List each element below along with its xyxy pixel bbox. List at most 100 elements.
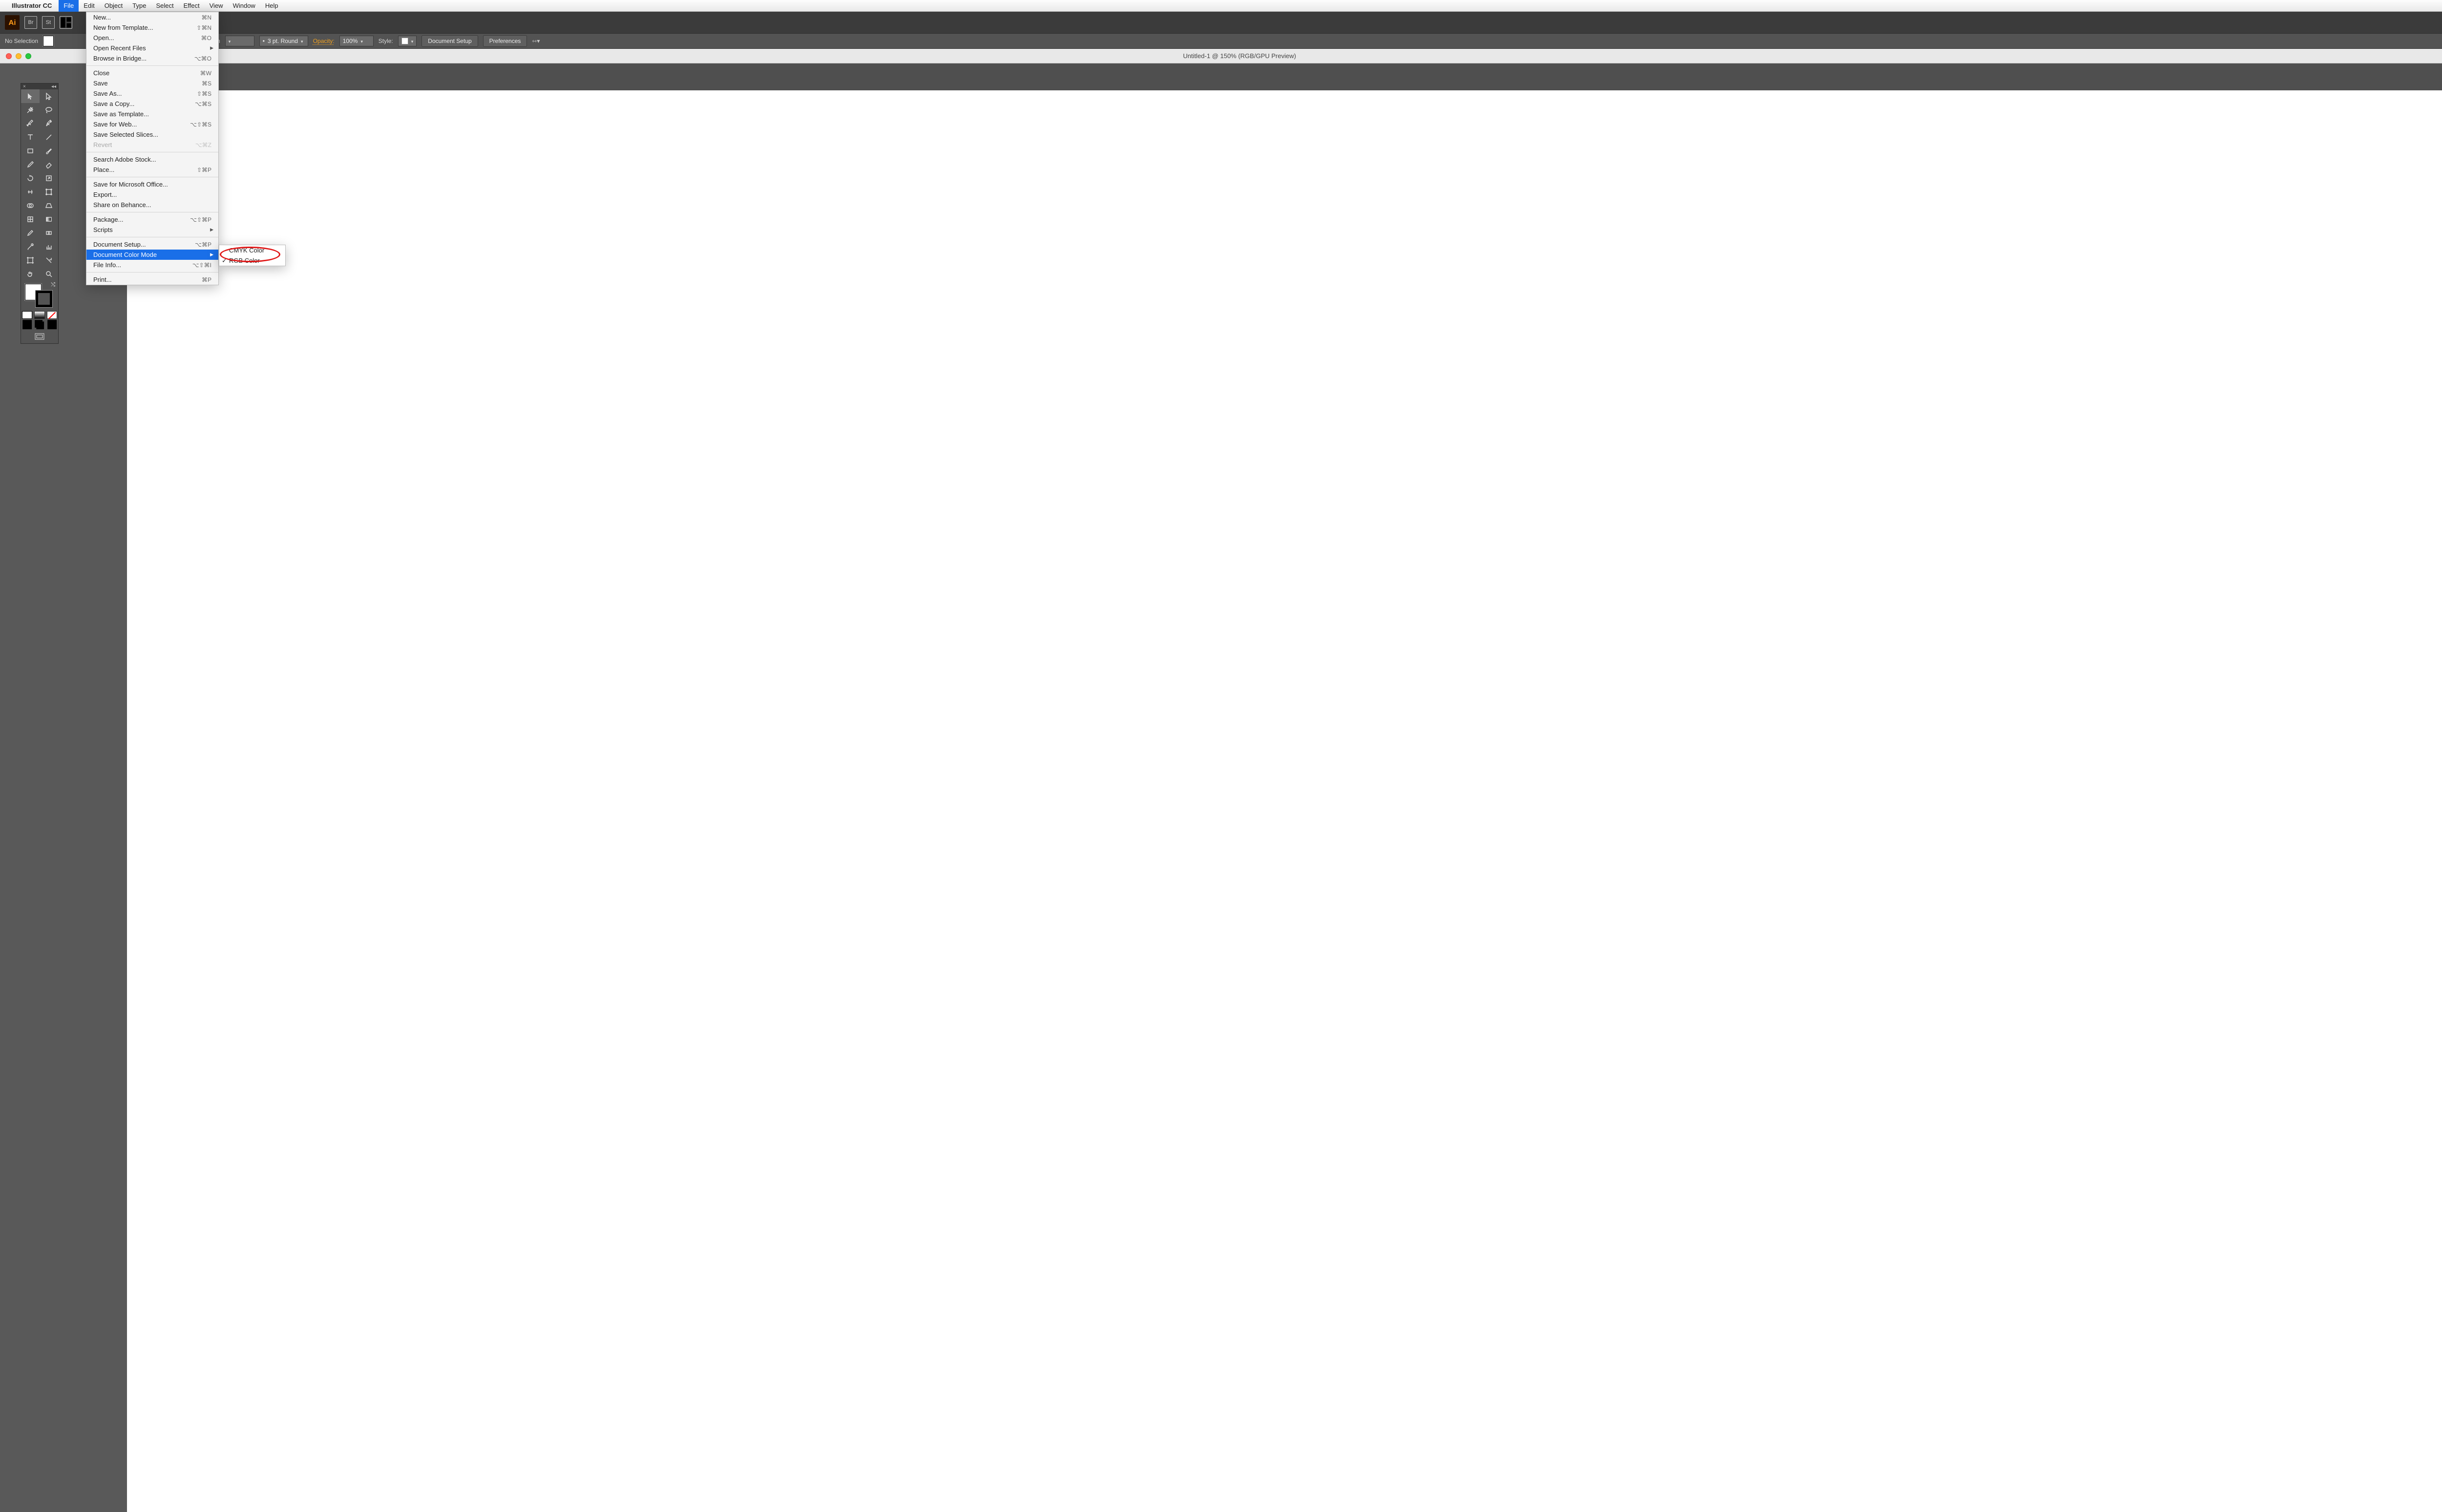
- tool-eyedropper[interactable]: [21, 226, 40, 240]
- menu-effect[interactable]: Effect: [179, 0, 205, 12]
- style-dropdown[interactable]: [398, 36, 417, 46]
- file-menu-item-open[interactable]: Open... ⌘O: [86, 33, 218, 43]
- file-menu-item-document-color-mode[interactable]: Document Color Mode: [86, 250, 218, 260]
- file-menu-item-package[interactable]: Package...⌥⇧⌘P: [86, 214, 218, 225]
- canvas[interactable]: [127, 90, 2442, 1512]
- menu-file[interactable]: File: [59, 0, 79, 12]
- window-minimize-button[interactable]: [16, 53, 21, 59]
- menu-window[interactable]: Window: [228, 0, 260, 12]
- screen-mode-button[interactable]: [21, 330, 58, 343]
- menu-select[interactable]: Select: [151, 0, 178, 12]
- fill-swatch[interactable]: [43, 36, 54, 46]
- tool-pen[interactable]: [21, 117, 40, 130]
- file-menu-item-browse-in-bridge[interactable]: Browse in Bridge...⌥⌘O: [86, 53, 218, 63]
- file-menu-item-document-setup[interactable]: Document Setup...⌥⌘P: [86, 239, 218, 250]
- tool-symbol-sprayer[interactable]: [21, 240, 40, 253]
- opacity-dropdown[interactable]: 100%: [339, 36, 374, 46]
- draw-behind-icon[interactable]: [33, 320, 45, 330]
- window-zoom-button[interactable]: [25, 53, 31, 59]
- tool-curvature[interactable]: [40, 117, 58, 130]
- swap-fill-stroke-icon[interactable]: ⤭: [51, 282, 55, 288]
- tool-gradient[interactable]: [40, 212, 58, 226]
- tool-free-transform[interactable]: [40, 185, 58, 199]
- file-menu-item-new-from-template[interactable]: New from Template...⇧⌘N: [86, 22, 218, 33]
- file-menu-item-print[interactable]: Print...⌘P: [86, 274, 218, 285]
- tool-type[interactable]: [21, 130, 40, 144]
- close-icon[interactable]: ×: [23, 84, 26, 89]
- file-menu-item-scripts[interactable]: Scripts: [86, 225, 218, 235]
- draw-normal-icon[interactable]: [21, 320, 33, 330]
- tool-shape-builder[interactable]: [21, 199, 40, 212]
- tool-paintbrush[interactable]: [40, 144, 58, 158]
- menu-type[interactable]: Type: [127, 0, 151, 12]
- bridge-button[interactable]: Br: [24, 16, 37, 29]
- tool-lasso[interactable]: [40, 103, 58, 117]
- menu-item-shortcut: ⌘P: [202, 276, 211, 283]
- tool-blend[interactable]: [40, 226, 58, 240]
- brush-dropdown[interactable]: •3 pt. Round: [259, 36, 308, 46]
- file-menu-item-share-on-behance[interactable]: Share on Behance...: [86, 200, 218, 210]
- tool-column-graph[interactable]: [40, 240, 58, 253]
- file-menu-item-save-a-copy[interactable]: Save a Copy...⌥⌘S: [86, 99, 218, 109]
- tool-pencil[interactable]: [21, 158, 40, 171]
- opacity-label[interactable]: Opacity:: [313, 38, 335, 44]
- file-menu-item-save-for-microsoft-office[interactable]: Save for Microsoft Office...: [86, 179, 218, 189]
- color-mode-solid[interactable]: [22, 311, 32, 319]
- tool-slice[interactable]: [40, 253, 58, 267]
- tool-selection[interactable]: [21, 89, 40, 103]
- menu-item-label: Document Setup...: [93, 241, 146, 248]
- tool-width[interactable]: [21, 185, 40, 199]
- tool-scale[interactable]: [40, 171, 58, 185]
- color-mode-none[interactable]: [47, 311, 57, 319]
- draw-inside-icon[interactable]: [46, 320, 58, 330]
- menu-view[interactable]: View: [205, 0, 228, 12]
- document-setup-button[interactable]: Document Setup: [421, 35, 478, 47]
- color-mode-option-rgb-color[interactable]: ✓RGB Color: [219, 255, 285, 266]
- file-menu-item-export[interactable]: Export...: [86, 189, 218, 200]
- file-menu-item-search-adobe-stock[interactable]: Search Adobe Stock...: [86, 154, 218, 165]
- file-menu-item-save-as[interactable]: Save As...⇧⌘S: [86, 88, 218, 99]
- stroke-profile-dropdown[interactable]: [225, 36, 254, 46]
- file-menu-item-close[interactable]: Close⌘W: [86, 68, 218, 78]
- file-menu-item-new[interactable]: New...⌘N: [86, 12, 218, 22]
- check-icon: ✓: [222, 257, 227, 265]
- tool-zoom[interactable]: [40, 267, 58, 281]
- tool-magic-wand[interactable]: [21, 103, 40, 117]
- tool-perspective[interactable]: [40, 199, 58, 212]
- file-menu-item-save-for-web[interactable]: Save for Web...⌥⇧⌘S: [86, 119, 218, 129]
- arrange-documents-button[interactable]: [60, 16, 72, 29]
- tool-hand[interactable]: [21, 267, 40, 281]
- menu-item-label: Open...: [93, 34, 114, 42]
- tools-panel-header[interactable]: × ◂◂: [21, 84, 58, 89]
- document-tabstrip: [127, 63, 2442, 90]
- menu-edit[interactable]: Edit: [79, 0, 99, 12]
- tool-rotate[interactable]: [21, 171, 40, 185]
- preferences-button[interactable]: Preferences: [483, 35, 527, 47]
- color-mode-option-cmyk-color[interactable]: CMYK Color: [219, 245, 285, 255]
- menu-item-shortcut: ⌘O: [201, 35, 211, 42]
- file-menu-item-save-selected-slices[interactable]: Save Selected Slices...: [86, 129, 218, 140]
- selection-state-label: No Selection: [5, 38, 38, 44]
- color-mode-gradient[interactable]: [34, 311, 44, 319]
- menu-object[interactable]: Object: [100, 0, 128, 12]
- fill-stroke-control[interactable]: ⤭: [21, 281, 58, 310]
- tool-direct-selection[interactable]: [40, 89, 58, 103]
- file-menu-item-file-info[interactable]: File Info...⌥⇧⌘I: [86, 260, 218, 270]
- window-close-button[interactable]: [6, 53, 12, 59]
- file-menu-item-save[interactable]: Save⌘S: [86, 78, 218, 88]
- menu-help[interactable]: Help: [260, 0, 283, 12]
- tool-mesh[interactable]: [21, 212, 40, 226]
- stock-button[interactable]: St: [42, 16, 55, 29]
- collapse-icon[interactable]: ◂◂: [51, 84, 56, 89]
- align-icon[interactable]: ⇿▾: [532, 38, 540, 44]
- document-color-mode-submenu: CMYK Color✓RGB Color: [219, 245, 286, 266]
- tool-rectangle[interactable]: [21, 144, 40, 158]
- file-menu-item-open-recent-files[interactable]: Open Recent Files: [86, 43, 218, 53]
- tool-eraser[interactable]: [40, 158, 58, 171]
- file-menu-item-place[interactable]: Place...⇧⌘P: [86, 165, 218, 175]
- tool-artboard[interactable]: [21, 253, 40, 267]
- app-name[interactable]: Illustrator CC: [12, 2, 52, 9]
- file-menu-item-save-as-template[interactable]: Save as Template...: [86, 109, 218, 119]
- tool-line[interactable]: [40, 130, 58, 144]
- stroke-color-swatch[interactable]: [36, 291, 52, 307]
